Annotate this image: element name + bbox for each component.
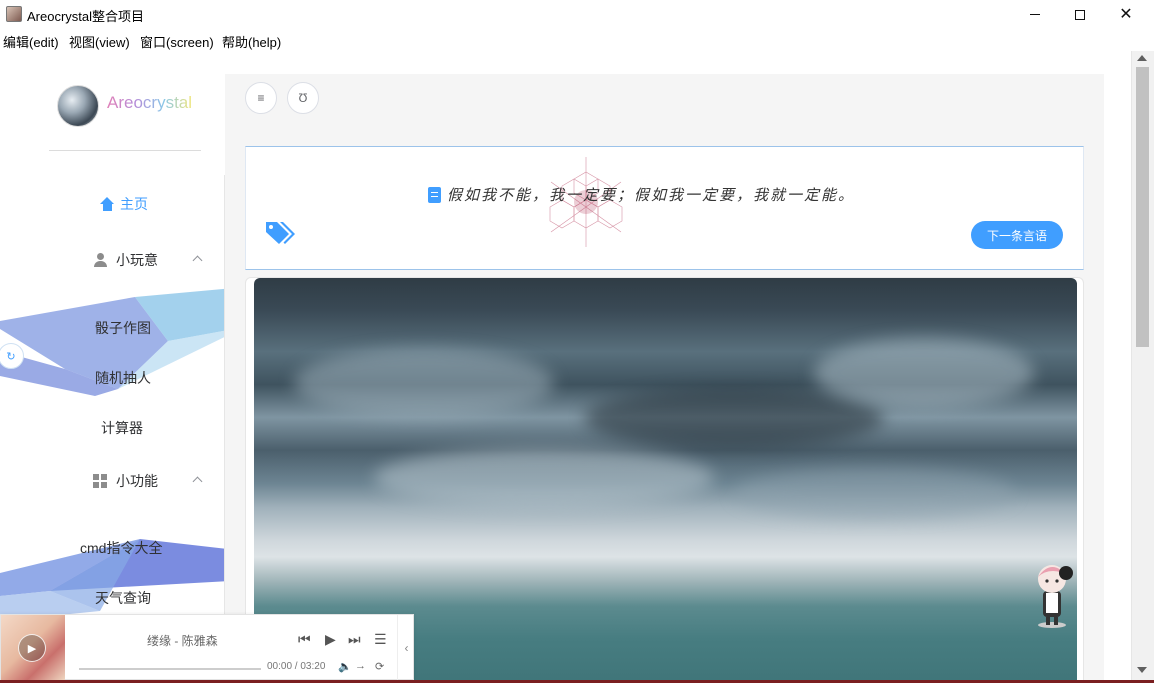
menu-toggle-button[interactable]: ≡ <box>245 82 277 114</box>
album-cover: ▶ <box>1 615 65 680</box>
chevron-left-icon: ‹ <box>404 641 409 655</box>
nav-group-toys[interactable]: 小玩意 <box>93 250 158 270</box>
minimize-button[interactable] <box>1012 0 1058 29</box>
maximize-button[interactable] <box>1057 0 1103 29</box>
next-quote-button[interactable]: 下一条言语 <box>971 221 1063 249</box>
secondary-round-button[interactable]: Ʊ <box>287 82 319 114</box>
nav-home[interactable]: 主页 <box>100 194 148 214</box>
minimize-icon <box>1030 14 1040 15</box>
sidebar: Areocrystal 主页 小玩意 骰子作图 随机抽人 计算器 小功能 cmd… <box>0 51 225 680</box>
quote-row: 假如我不能，我一定要；假如我一定要，我就一定能。 <box>428 184 855 205</box>
progress-bar[interactable] <box>79 668 261 670</box>
magnet-icon: Ʊ <box>298 91 308 105</box>
menu-screen[interactable]: 窗口(screen) <box>140 32 214 51</box>
hexagon-net-decoration <box>549 157 623 247</box>
chevron-up-icon[interactable] <box>192 255 203 266</box>
nav-home-label: 主页 <box>120 196 148 212</box>
volume-icon[interactable]: 🔈 <box>338 660 352 673</box>
app-icon <box>6 6 22 22</box>
quote-text: 假如我不能，我一定要；假如我一定要，我就一定能。 <box>447 186 856 204</box>
user-icon <box>93 253 107 267</box>
nav-group-tools-label: 小功能 <box>116 473 158 489</box>
chevron-up-icon[interactable] <box>192 476 203 487</box>
nav-item-random-pick[interactable]: 随机抽人 <box>95 368 151 388</box>
order-icon[interactable]: → <box>355 660 366 672</box>
grid-icon <box>93 474 107 488</box>
next-track-icon[interactable]: ⏭ <box>348 631 361 648</box>
vertical-scrollbar[interactable] <box>1131 51 1154 680</box>
menu-edit[interactable]: 编辑(edit) <box>3 32 59 51</box>
nav-item-calculator[interactable]: 计算器 <box>101 418 143 438</box>
scroll-down-icon[interactable] <box>1137 667 1147 673</box>
playlist-icon[interactable]: ☰ <box>374 631 387 648</box>
play-icon[interactable]: ▶ <box>325 631 336 648</box>
document-icon <box>428 186 441 203</box>
title-bar: Areocrystal整合项目 ✕ <box>0 0 1154 29</box>
close-icon: ✕ <box>1119 5 1133 23</box>
player-collapse-toggle[interactable]: ‹ <box>397 615 415 680</box>
nav-item-cmd-commands[interactable]: cmd指令大全 <box>80 538 162 558</box>
menu-view[interactable]: 视图(view) <box>69 32 130 51</box>
quote-card: 假如我不能，我一定要；假如我一定要，我就一定能。 下一条言语 <box>245 146 1084 270</box>
play-icon: ▶ <box>27 642 37 655</box>
nav-group-toys-label: 小玩意 <box>116 252 158 268</box>
previous-track-icon[interactable]: ⏮ <box>298 631 311 648</box>
menu-help[interactable]: 帮助(help) <box>222 32 281 51</box>
refresh-icon: ↻ <box>6 350 16 363</box>
scroll-up-icon[interactable] <box>1137 55 1147 61</box>
time-display: 00:00 / 03:20 <box>267 661 326 672</box>
close-button[interactable]: ✕ <box>1103 0 1149 29</box>
scroll-thumb[interactable] <box>1136 67 1149 347</box>
song-title: 缕缘 - 陈雅森 <box>147 634 218 648</box>
loop-icon[interactable]: ⟳ <box>375 660 384 673</box>
page-area: Areocrystal 主页 小玩意 骰子作图 随机抽人 计算器 小功能 cmd… <box>0 51 1131 680</box>
nav-group-tools[interactable]: 小功能 <box>93 471 158 491</box>
brand-name: Areocrystal <box>107 93 193 112</box>
music-player: ▶ 缕缘 - 陈雅森 ⏮ ▶ ⏭ ☰ 00:00 / 03:20 🔈 → ⟳ ‹ <box>0 614 414 680</box>
nav-item-dice-drawing[interactable]: 骰子作图 <box>95 318 151 338</box>
main-content: ≡ Ʊ 假如我不能，我一定要；假如我一定要，我就一定能。 下一条言语 <box>225 74 1104 680</box>
brand-divider <box>49 150 201 151</box>
cover-play-button[interactable]: ▶ <box>18 634 46 662</box>
menu-bar: 编辑(edit) 视图(view) 窗口(screen) 帮助(help) <box>0 29 1154 51</box>
avatar[interactable] <box>57 85 99 127</box>
home-icon <box>100 197 115 211</box>
window-title: Areocrystal整合项目 <box>27 9 145 24</box>
tags-icon <box>266 222 295 244</box>
app-window: Areocrystal整合项目 ✕ 编辑(edit) 视图(view) 窗口(s… <box>0 0 1154 683</box>
maximize-icon <box>1075 9 1085 20</box>
menu-icon: ≡ <box>257 91 265 105</box>
nav-item-weather[interactable]: 天气查询 <box>95 588 151 608</box>
